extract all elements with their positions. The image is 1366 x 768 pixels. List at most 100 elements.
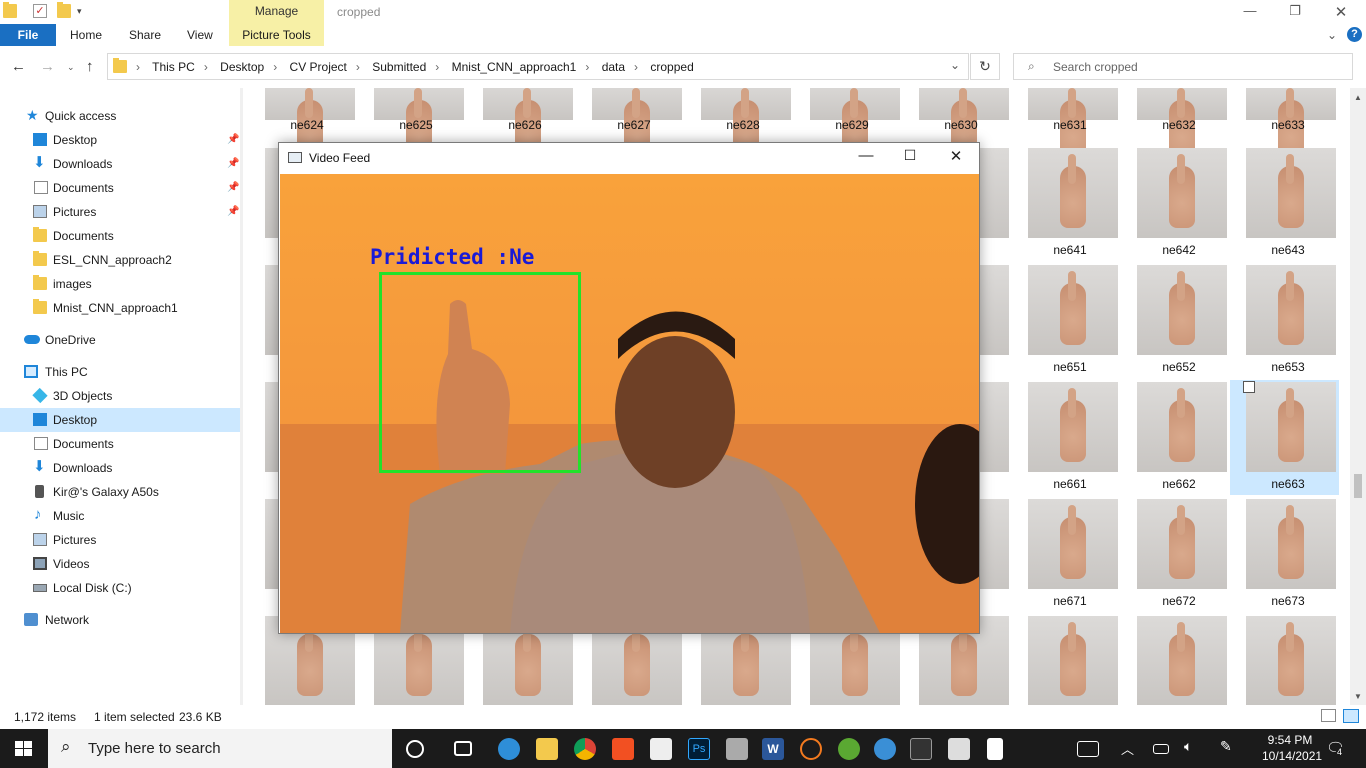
sidebar-item-downloads-pc[interactable]: ⬇ Downloads (0, 456, 240, 480)
new-folder-icon[interactable] (57, 2, 71, 18)
tab-view[interactable]: View (187, 24, 213, 46)
notepad-icon[interactable] (987, 738, 1003, 760)
file-tile[interactable]: ne672 (1121, 497, 1230, 612)
windows-start-icon[interactable] (15, 741, 32, 757)
utorrent-icon[interactable] (838, 738, 860, 760)
tab-home[interactable]: Home (70, 24, 102, 46)
up-arrow-icon[interactable]: ↑ (86, 58, 94, 75)
file-tile[interactable]: ne671 (1012, 497, 1121, 612)
jupyter-icon[interactable] (800, 738, 822, 760)
file-tile[interactable]: ne651 (1012, 263, 1121, 378)
store-icon[interactable] (612, 738, 634, 760)
breadcrumb-item[interactable]: Desktop (220, 60, 264, 74)
scroll-down-icon[interactable]: ▼ (1354, 692, 1362, 701)
task-view-icon[interactable] (454, 741, 472, 756)
address-bar[interactable]: › This PC › Desktop › CV Project › Submitte… (107, 53, 969, 80)
expand-ribbon-icon[interactable]: ⌄ (1327, 24, 1337, 46)
breadcrumb-item[interactable]: This PC (152, 60, 195, 74)
properties-icon[interactable]: ✓ (33, 4, 47, 18)
sidebar-item-images[interactable]: images (0, 272, 240, 296)
pin-icon[interactable]: 📌 (227, 152, 239, 176)
file-tile[interactable]: ne624 (249, 88, 358, 162)
chevron-down-icon[interactable]: ▾ (77, 6, 91, 20)
breadcrumb-item[interactable]: CV Project (290, 60, 347, 74)
sidebar-item-local-disk[interactable]: Local Disk (C:) (0, 576, 240, 600)
refresh-icon[interactable]: ↻ (970, 53, 1000, 80)
clock[interactable]: 9:54 PM 10/14/2021 (1262, 732, 1322, 764)
close-icon[interactable]: ✕ (946, 147, 966, 167)
photoshop-icon[interactable]: Ps (688, 738, 710, 760)
file-tile[interactable] (1230, 614, 1339, 705)
sidebar-item-documents-folder[interactable]: Documents (0, 224, 240, 248)
file-tile[interactable]: ne631 (1012, 88, 1121, 162)
scrollbar-thumb[interactable] (1354, 474, 1362, 498)
file-tile[interactable]: ne625 (358, 88, 467, 162)
minimize-icon[interactable]: — (1240, 3, 1260, 21)
tab-share[interactable]: Share (129, 24, 161, 46)
pin-icon[interactable]: 📌 (227, 200, 239, 224)
file-tile[interactable]: ne632 (1121, 88, 1230, 162)
app-icon[interactable] (726, 738, 748, 760)
file-tile[interactable]: ne633 (1230, 88, 1339, 162)
sidebar-item-documents[interactable]: Documents 📌 (0, 176, 240, 200)
breadcrumb-item[interactable]: Submitted (372, 60, 426, 74)
chrome-icon[interactable] (574, 738, 596, 760)
sidebar-item-desktop-pc[interactable]: Desktop (0, 408, 240, 432)
taskbar-search-input[interactable]: ⌕ Type here to search (48, 729, 392, 768)
pen-icon[interactable]: ✎ (1220, 738, 1232, 755)
large-icons-view-icon[interactable] (1343, 709, 1359, 723)
file-tile[interactable]: ne630 (903, 88, 1012, 162)
sidebar-item-desktop[interactable]: Desktop 📌 (0, 128, 240, 152)
scroll-up-icon[interactable]: ▲ (1354, 93, 1362, 102)
video-feed-window[interactable]: Video Feed — ☐ ✕ Pridicted :Ne (278, 142, 980, 634)
edge-icon[interactable] (498, 738, 520, 760)
file-tile[interactable]: ne652 (1121, 263, 1230, 378)
sidebar-item-downloads[interactable]: ⬇ Downloads 📌 (0, 152, 240, 176)
file-tile[interactable]: ne626 (467, 88, 576, 162)
file-tile[interactable]: ne643 (1230, 146, 1339, 261)
sidebar-item-music[interactable]: ♪ Music (0, 504, 240, 528)
network-app-icon[interactable] (874, 738, 896, 760)
file-tile[interactable]: ne642 (1121, 146, 1230, 261)
sidebar-item-mnist-cnn[interactable]: Mnist_CNN_approach1 (0, 296, 240, 320)
sidebar-item-phone[interactable]: Kir@'s Galaxy A50s (0, 480, 240, 504)
sidebar-item-3d-objects[interactable]: 3D Objects (0, 384, 240, 408)
back-arrow-icon[interactable]: ← (11, 58, 26, 75)
file-tile[interactable]: ne673 (1230, 497, 1339, 612)
sidebar-item-onedrive[interactable]: OneDrive (0, 328, 240, 352)
file-tile[interactable]: ne663 (1230, 380, 1339, 495)
file-tile[interactable]: ne662 (1121, 380, 1230, 495)
file-tile[interactable]: ne661 (1012, 380, 1121, 495)
volume-icon[interactable]: 🔈︎ (1184, 738, 1192, 755)
maximize-icon[interactable]: ☐ (900, 147, 920, 167)
tab-picture-tools[interactable]: Picture Tools (229, 24, 324, 46)
minimize-icon[interactable]: — (856, 147, 876, 167)
help-icon[interactable]: ? (1347, 27, 1362, 42)
tab-file[interactable]: File (0, 24, 56, 46)
sidebar-item-documents-pc[interactable]: Documents (0, 432, 240, 456)
sidebar-item-pictures-pc[interactable]: Pictures (0, 528, 240, 552)
file-explorer-icon[interactable] (536, 738, 558, 760)
chevron-up-icon[interactable]: ︿ (1121, 739, 1134, 758)
sidebar-item-esl-cnn[interactable]: ESL_CNN_approach2 (0, 248, 240, 272)
sidebar-item-quick-access[interactable]: ★ Quick access (0, 104, 240, 128)
manage-tab[interactable]: Manage (229, 0, 324, 24)
sidebar-item-network[interactable]: Network (0, 608, 240, 632)
file-tile[interactable]: ne653 (1230, 263, 1339, 378)
pin-icon[interactable]: 📌 (227, 128, 239, 152)
keyboard-icon[interactable] (1077, 741, 1099, 757)
file-tile[interactable]: ne627 (576, 88, 685, 162)
sidebar-item-pictures[interactable]: Pictures 📌 (0, 200, 240, 224)
close-icon[interactable]: ✕ (1331, 3, 1351, 21)
mail-icon[interactable] (650, 738, 672, 760)
selection-checkbox[interactable] (1243, 381, 1255, 393)
terminal-icon[interactable] (910, 738, 932, 760)
file-tile[interactable]: ne641 (1012, 146, 1121, 261)
search-input[interactable]: ⌕ Search cropped (1013, 53, 1353, 80)
battery-icon[interactable] (1153, 744, 1169, 754)
photos-icon[interactable] (948, 738, 970, 760)
forward-arrow-icon[interactable]: → (40, 58, 55, 75)
details-view-icon[interactable] (1321, 709, 1336, 722)
breadcrumb-item[interactable]: cropped (650, 60, 693, 74)
breadcrumb-item[interactable]: data (602, 60, 625, 74)
